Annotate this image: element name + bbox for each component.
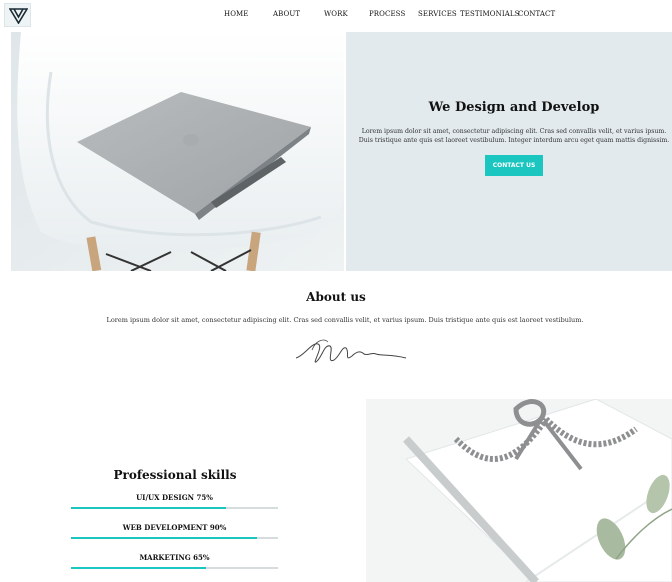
nav-process[interactable]: PROCESS [369,10,405,18]
skill-progress-track [71,567,278,569]
contact-us-button[interactable]: CONTACT US [485,155,543,176]
nav-home[interactable]: HOME [224,10,249,18]
skill-progress-fill [71,507,227,509]
logo[interactable] [4,3,31,27]
logo-icon [9,8,28,24]
skill-progress-fill [71,567,206,569]
skills-title: Professional skills [113,468,237,482]
header: HOME ABOUT WORK PROCESS SERVICES TESTIMO… [0,0,672,31]
skill-web-development: WEB DEVELOPMENT 90% [71,523,278,539]
nav-testimonials[interactable]: TESTIMONIALS [460,10,520,18]
skill-marketing: MARKETING 65% [71,553,278,569]
skill-label: MARKETING 65% [139,553,210,562]
nav-contact[interactable]: CONTACT [518,10,555,18]
skill-progress-track [71,537,278,539]
hero-description: Lorem ipsum dolor sit amet, consectetur … [358,128,670,144]
nav-about[interactable]: ABOUT [273,10,300,18]
gift-image [366,399,672,582]
hero-panel: We Design and Develop Lorem ipsum dolor … [346,32,672,271]
hero-title: We Design and Develop [428,100,600,115]
skill-uiux: UI/UX DESIGN 75% [71,493,278,509]
nav-work[interactable]: WORK [324,10,348,18]
skill-progress-track [71,507,278,509]
skill-progress-fill [71,537,258,539]
about-title: About us [306,290,366,304]
skill-label: UI/UX DESIGN 75% [136,493,213,502]
skill-label: WEB DEVELOPMENT 90% [122,523,227,532]
about-text: Lorem ipsum dolor sit amet, consectetur … [106,316,584,324]
nav-services[interactable]: SERVICES [418,10,457,18]
hero-image [11,32,344,271]
signature-icon [295,339,407,363]
